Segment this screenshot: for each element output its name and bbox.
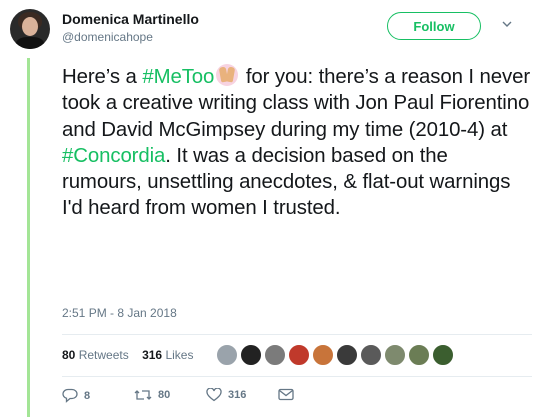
direct-message-action[interactable] — [278, 388, 294, 401]
liker-avatar[interactable] — [288, 344, 310, 366]
liker-avatar[interactable] — [312, 344, 334, 366]
like-action[interactable]: 316 — [206, 388, 246, 402]
author-handle[interactable]: @domenicahope — [62, 30, 153, 44]
engagement-stats: 80 Retweets 316 Likes — [62, 348, 193, 362]
follow-button[interactable]: Follow — [387, 12, 481, 40]
retweets-count: 80 — [62, 348, 76, 362]
thread-line — [27, 58, 30, 417]
like-count: 316 — [228, 389, 247, 401]
liker-avatar[interactable] — [408, 344, 430, 366]
tweet-text: Here’s a #MeToo for you: there’s a reaso… — [62, 64, 532, 222]
liker-avatars — [216, 344, 454, 366]
envelope-icon — [278, 388, 294, 401]
liker-avatar[interactable] — [432, 344, 454, 366]
liker-avatar[interactable] — [264, 344, 286, 366]
chevron-down-icon[interactable] — [500, 18, 514, 32]
avatar-face — [22, 17, 38, 36]
divider-top — [62, 334, 532, 335]
tweet-actions: 8 80 316 — [62, 388, 362, 406]
liker-avatar[interactable] — [216, 344, 238, 366]
tweet-text-part1: Here’s a — [62, 66, 143, 88]
retweet-action[interactable]: 80 — [134, 388, 170, 402]
likes-label: Likes — [165, 348, 194, 362]
likes-count: 316 — [142, 348, 163, 362]
retweet-icon — [134, 388, 152, 402]
liker-avatar[interactable] — [360, 344, 382, 366]
reply-icon — [62, 388, 78, 403]
raised-hands-emoji-icon — [216, 64, 239, 86]
liker-avatar[interactable] — [240, 344, 262, 366]
hashtag-concordia[interactable]: #Concordia — [62, 145, 165, 167]
liker-avatar[interactable] — [384, 344, 406, 366]
liker-avatar[interactable] — [336, 344, 358, 366]
reply-count: 8 — [84, 389, 91, 402]
retweets-label: Retweets — [78, 348, 129, 362]
heart-icon — [206, 388, 222, 402]
author-name[interactable]: Domenica Martinello — [62, 11, 199, 27]
hashtag-metoo[interactable]: #MeToo — [142, 66, 214, 88]
divider-bottom — [62, 376, 532, 377]
avatar[interactable] — [10, 9, 50, 49]
likes-stat[interactable]: 316 Likes — [142, 348, 193, 362]
avatar-shirt — [16, 37, 44, 49]
reply-action[interactable]: 8 — [62, 388, 90, 403]
retweet-count: 80 — [158, 389, 171, 401]
retweets-stat[interactable]: 80 Retweets — [62, 348, 129, 362]
tweet-timestamp[interactable]: 2:51 PM - 8 Jan 2018 — [62, 306, 177, 320]
